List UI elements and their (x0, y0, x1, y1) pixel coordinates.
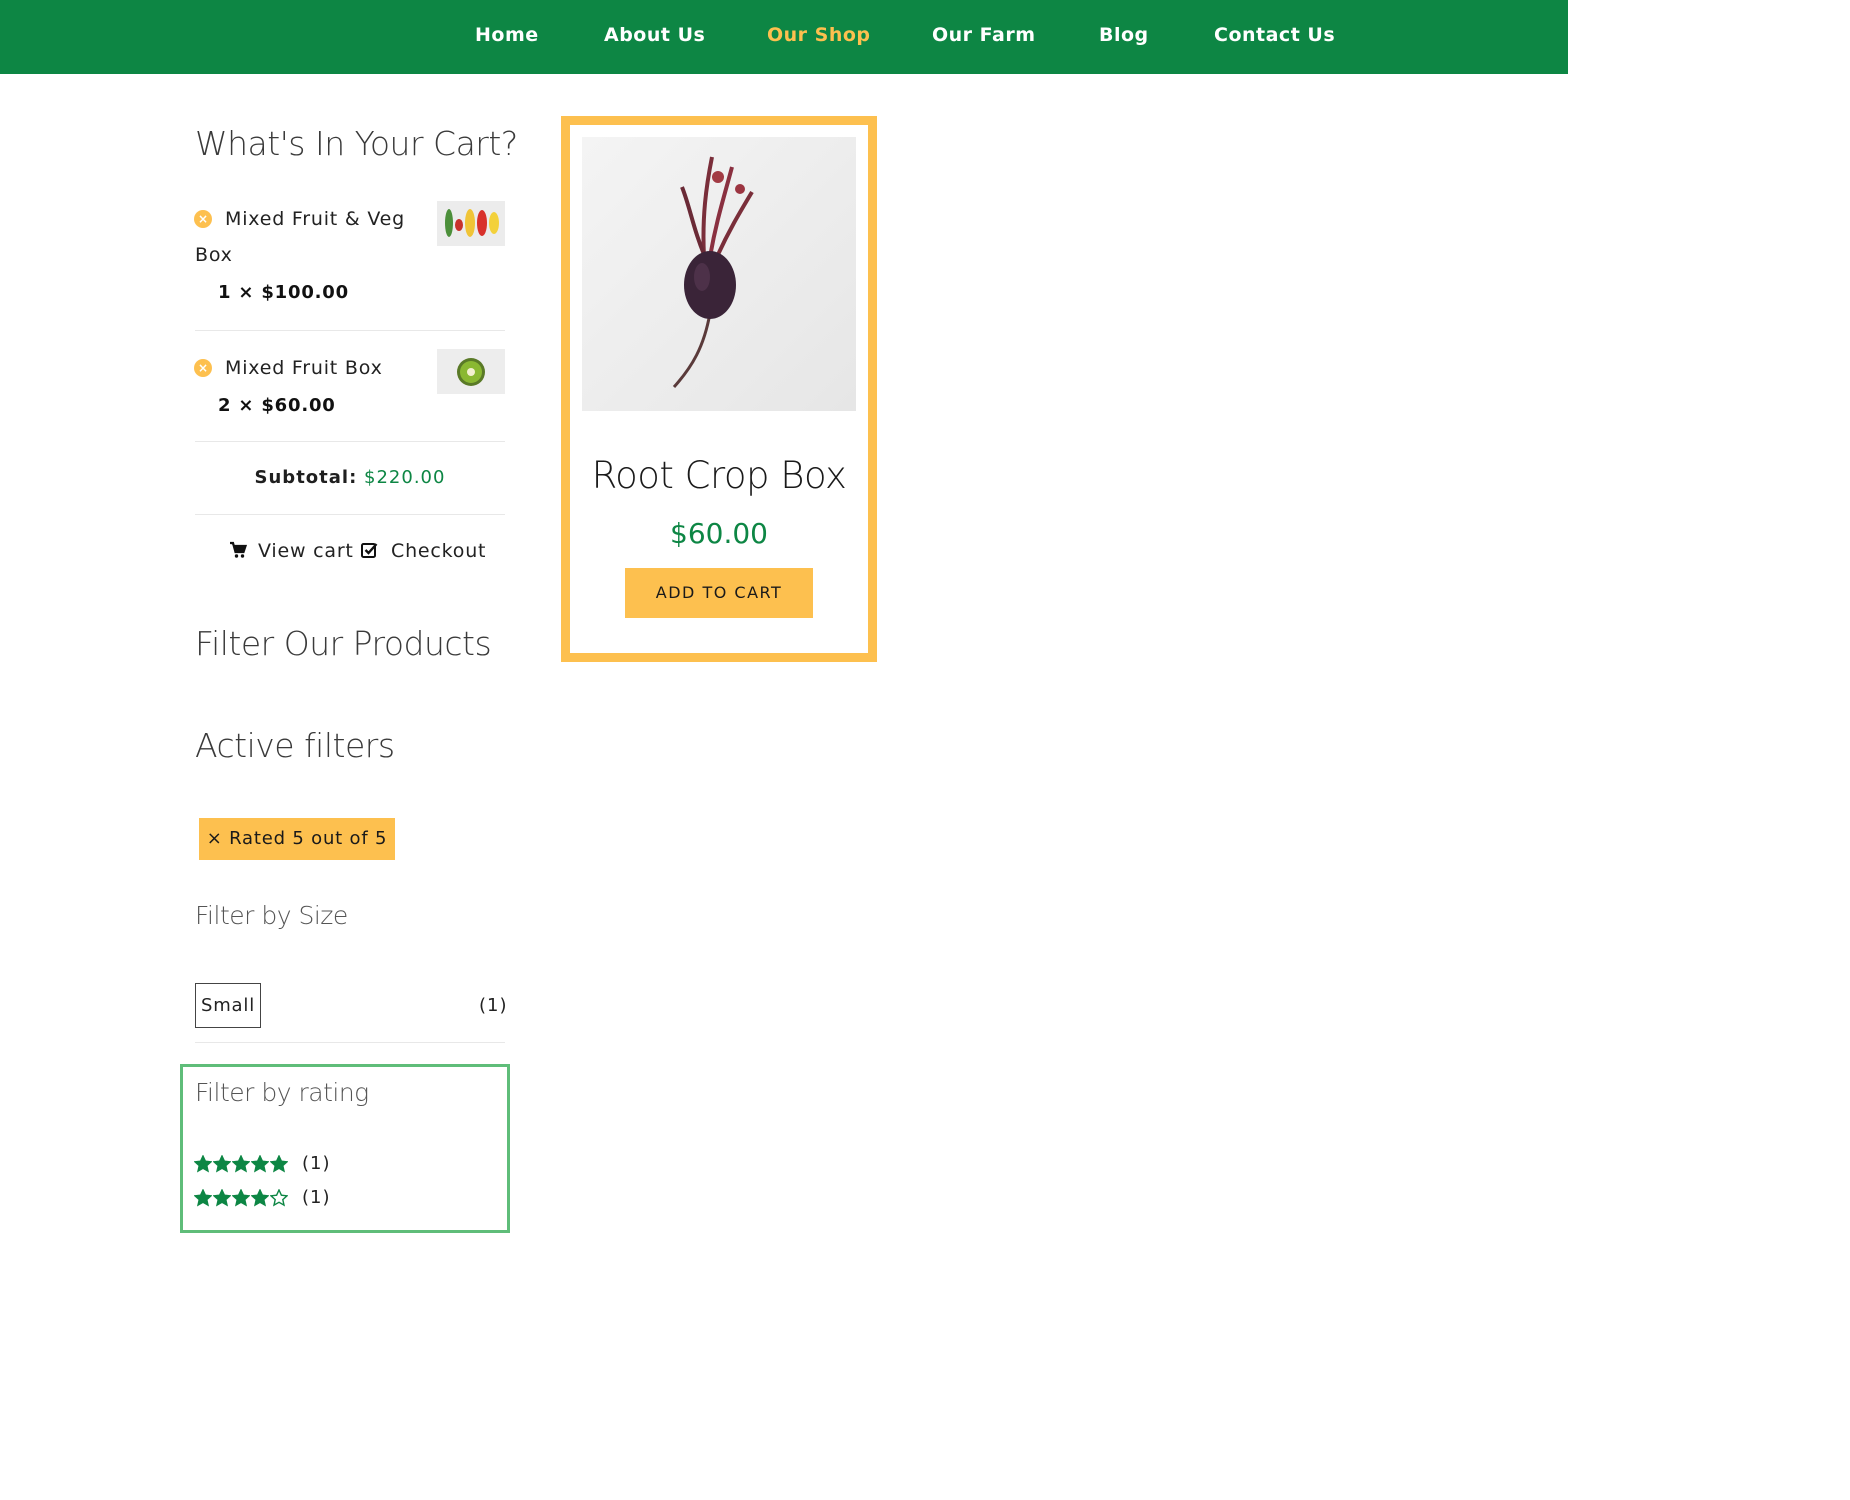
size-option-count: (1) (479, 995, 508, 1016)
cart-icon[interactable] (229, 541, 248, 563)
fruit-veg-thumbnail-image (437, 201, 505, 246)
divider (195, 330, 505, 331)
nav-our-shop[interactable]: Our Shop (767, 24, 871, 46)
rating-5-count: (1) (302, 1153, 331, 1174)
cart-heading: What's In Your Cart? (195, 124, 518, 163)
star-filled-icon (212, 1188, 232, 1211)
active-filter-label: Rated 5 out of 5 (229, 828, 388, 849)
nav-about-us[interactable]: About Us (604, 24, 705, 46)
rating-4-count: (1) (302, 1187, 331, 1208)
product-card[interactable]: Root Crop Box $60.00 ADD TO CART (561, 116, 877, 662)
cart-subtotal: Subtotal: $220.00 (195, 467, 505, 488)
size-option-small[interactable]: Small (195, 983, 261, 1028)
divider (195, 441, 505, 442)
checkbox-check-icon[interactable] (361, 541, 379, 563)
star-filled-icon (231, 1154, 251, 1177)
remove-item-icon[interactable]: × (194, 210, 212, 228)
cart-item-quantity: 2 × $60.00 (218, 395, 336, 416)
filter-products-heading: Filter Our Products (195, 624, 492, 663)
filter-size-heading: Filter by Size (195, 901, 348, 930)
add-to-cart-button[interactable]: ADD TO CART (625, 568, 813, 618)
product-title[interactable]: Root Crop Box (570, 454, 868, 497)
star-filled-icon (250, 1154, 270, 1177)
cart-item-quantity: 1 × $100.00 (218, 282, 349, 303)
nav-our-farm[interactable]: Our Farm (932, 24, 1036, 46)
active-filters-heading: Active filters (195, 726, 395, 765)
filter-rating-heading: Filter by rating (195, 1078, 369, 1107)
subtotal-label: Subtotal: (254, 467, 358, 488)
view-cart-link[interactable]: View cart (258, 540, 354, 562)
top-navigation-bar: Home About Us Our Shop Our Farm Blog Con… (0, 0, 1568, 74)
kiwi-thumbnail-image (437, 349, 505, 394)
star-filled-icon (212, 1154, 232, 1177)
active-filter-chip[interactable]: × Rated 5 out of 5 (199, 818, 395, 860)
star-filled-icon (193, 1154, 213, 1177)
beetroot-image (672, 156, 754, 389)
divider (195, 514, 505, 515)
rating-4-stars[interactable] (193, 1188, 289, 1211)
nav-home[interactable]: Home (475, 24, 539, 46)
star-filled-icon (231, 1188, 251, 1211)
nav-blog[interactable]: Blog (1099, 24, 1149, 46)
remove-filter-icon[interactable]: × (207, 828, 223, 849)
cart-item-name[interactable]: Mixed Fruit & Veg (225, 208, 405, 230)
cart-item-thumbnail[interactable] (437, 349, 505, 394)
cart-item-name-continued[interactable]: Box (195, 244, 233, 266)
divider (195, 1042, 505, 1043)
star-empty-icon (269, 1188, 289, 1211)
subtotal-value: $220.00 (364, 467, 446, 488)
checkout-link[interactable]: Checkout (391, 540, 486, 562)
nav-contact-us[interactable]: Contact Us (1214, 24, 1335, 46)
star-filled-icon (193, 1188, 213, 1211)
product-price: $60.00 (670, 517, 768, 550)
cart-item-thumbnail[interactable] (437, 201, 505, 246)
star-filled-icon (269, 1154, 289, 1177)
remove-item-icon[interactable]: × (194, 359, 212, 377)
cart-item-name[interactable]: Mixed Fruit Box (225, 357, 383, 379)
product-image[interactable] (582, 137, 856, 411)
rating-5-stars[interactable] (193, 1154, 289, 1177)
star-filled-icon (250, 1188, 270, 1211)
